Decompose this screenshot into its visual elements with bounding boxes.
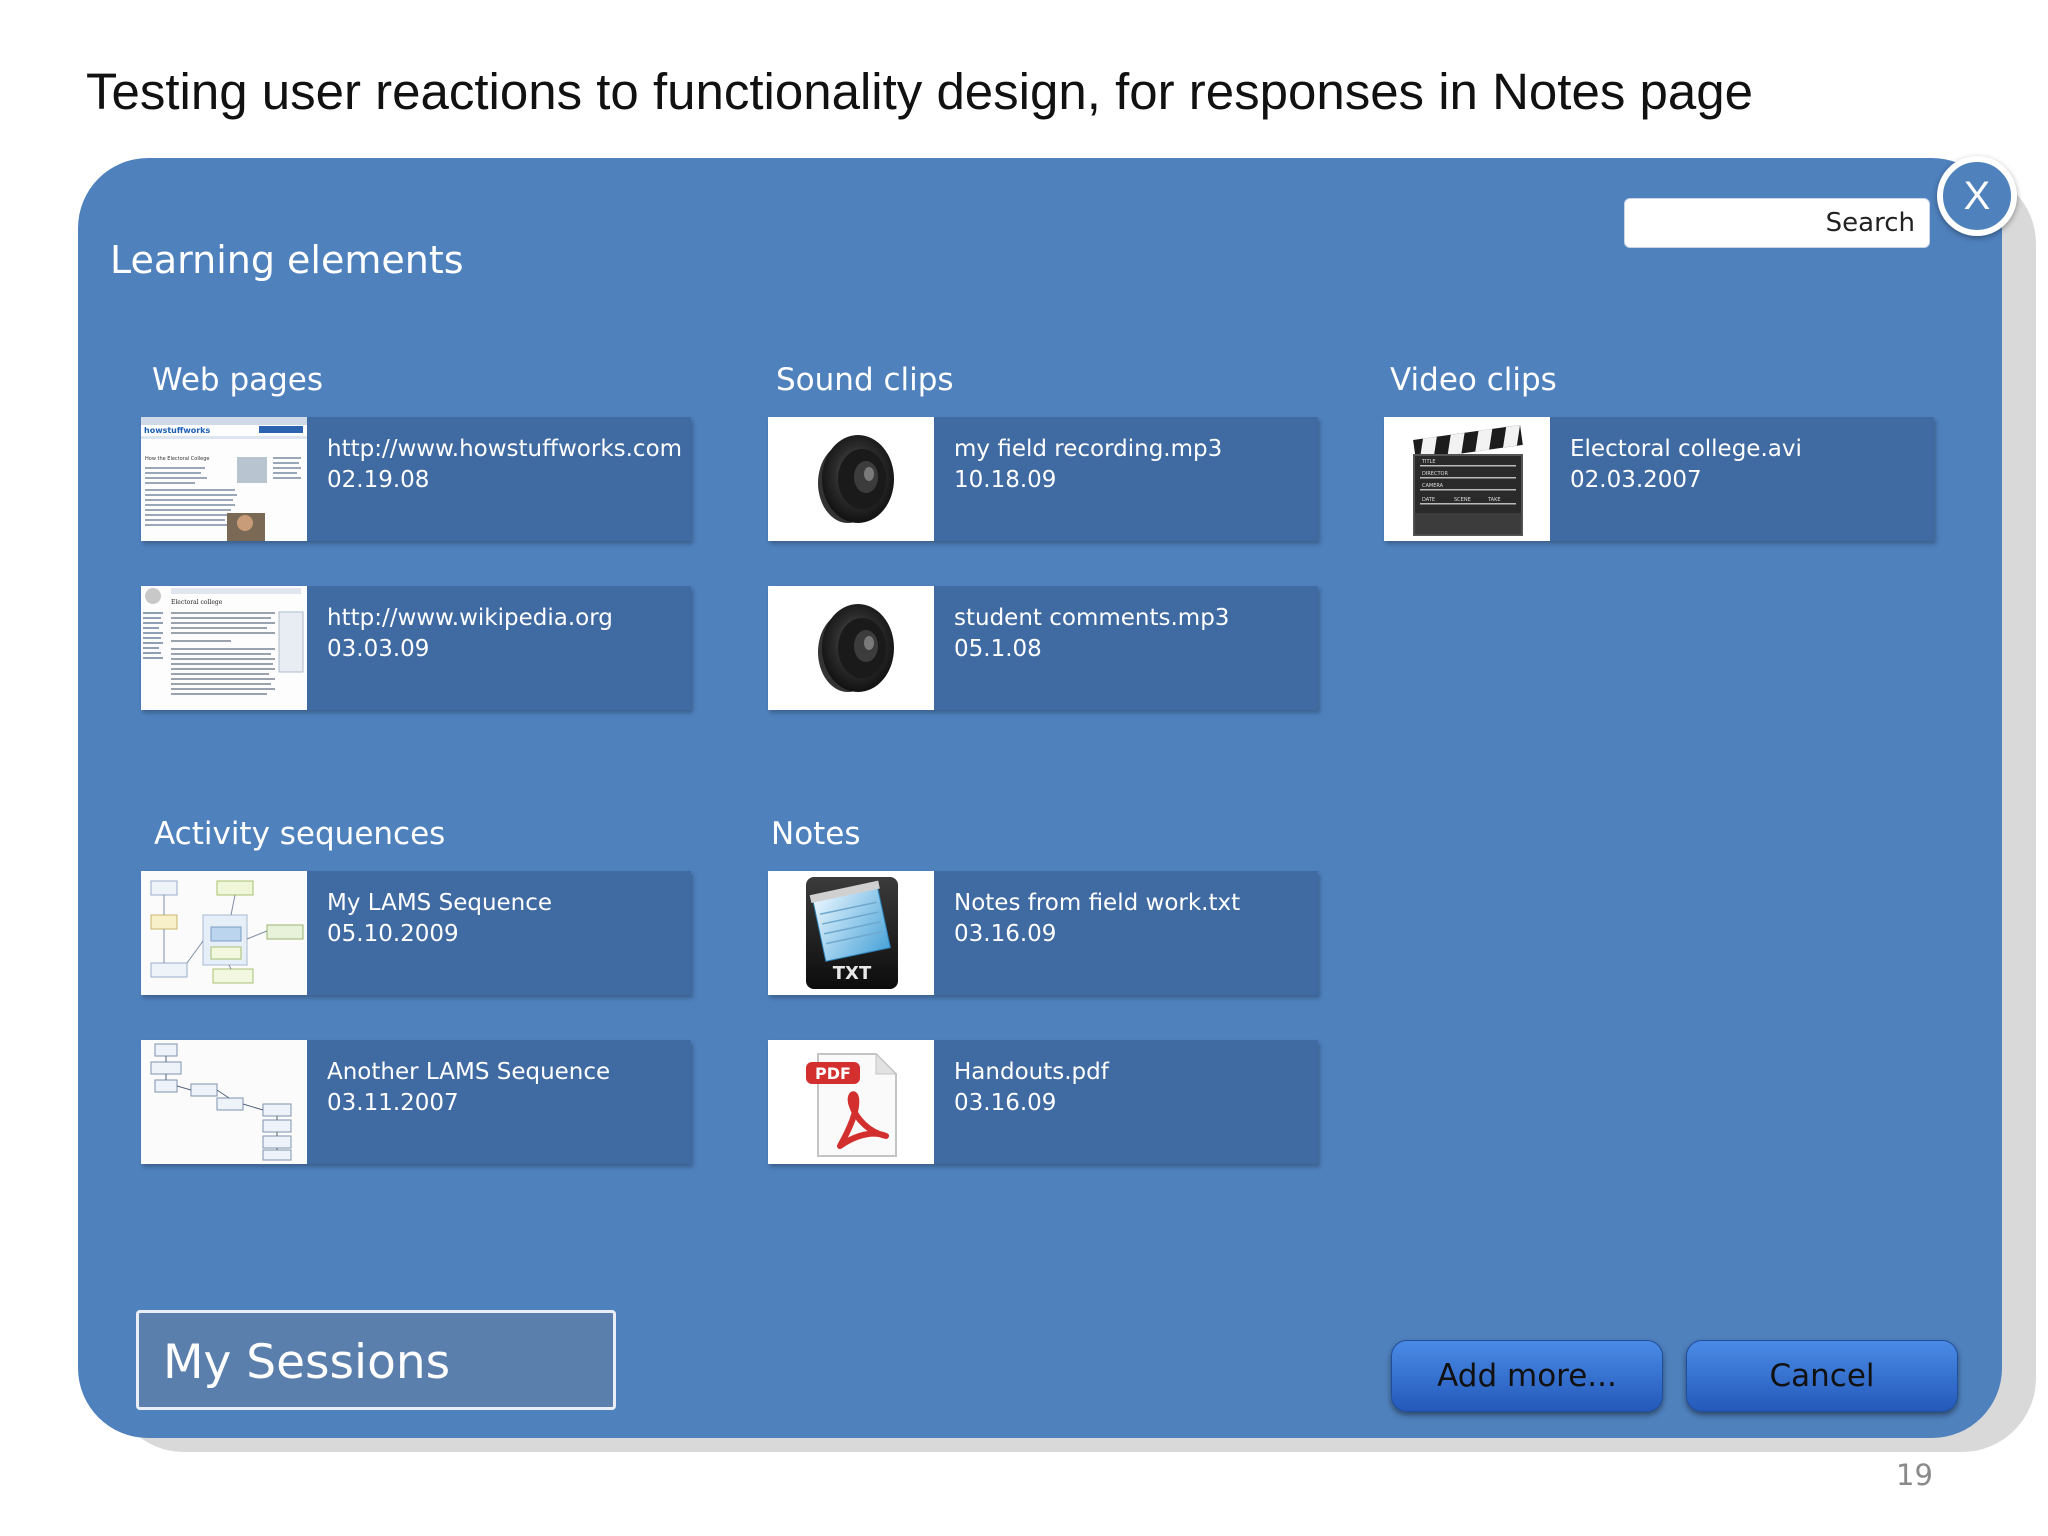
item-date: 05.1.08 <box>954 636 1042 662</box>
slide-title: Testing user reactions to functionality … <box>86 63 1753 120</box>
speaker-icon <box>768 417 934 541</box>
my-sessions-button[interactable]: My Sessions <box>136 1310 616 1410</box>
section-title-activity-sequences: Activity sequences <box>154 816 446 852</box>
svg-text:How the Electoral College: How the Electoral College <box>145 456 209 462</box>
search-label: Search <box>1825 208 1915 238</box>
activity-sequence-item[interactable]: My LAMS Sequence 05.10.2009 <box>141 871 691 995</box>
item-name: student comments.mp3 <box>954 605 1230 631</box>
item-name: My LAMS Sequence <box>327 890 553 916</box>
svg-text:TITLE: TITLE <box>1421 459 1436 465</box>
note-item[interactable]: PDF Handouts.pdf 03.16.09 <box>768 1040 1318 1164</box>
add-more-button[interactable]: Add more... <box>1391 1340 1663 1412</box>
txt-file-icon: TXT <box>768 871 934 995</box>
close-button[interactable]: X <box>1937 156 2017 236</box>
section-title-notes: Notes <box>771 816 861 852</box>
section-title-web-pages: Web pages <box>152 362 324 398</box>
item-date: 03.03.09 <box>327 636 430 662</box>
sound-clip-item[interactable]: my field recording.mp3 10.18.09 <box>768 417 1318 541</box>
txt-badge: TXT <box>833 963 872 984</box>
my-sessions-label: My Sessions <box>163 1335 451 1390</box>
item-date: 03.11.2007 <box>327 1090 459 1116</box>
sequence-thumbnail <box>141 1040 307 1164</box>
item-name: http://www.howstuffworks.com <box>327 436 683 462</box>
item-name: Electoral college.avi <box>1570 436 1802 462</box>
clapperboard-icon: TITLE DIRECTOR CAMERA DATE SCENE TAKE <box>1384 417 1550 541</box>
svg-text:Electoral college: Electoral college <box>171 599 223 606</box>
item-date: 03.16.09 <box>954 921 1057 947</box>
item-date: 02.19.08 <box>327 467 430 493</box>
svg-text:howstuffworks: howstuffworks <box>144 426 210 435</box>
webpage-item[interactable]: Electoral college http://www.wikipedia.o… <box>141 586 691 710</box>
svg-text:CAMERA: CAMERA <box>1422 483 1444 489</box>
webpage-thumbnail: howstuffworks How the Electoral College <box>141 417 307 541</box>
section-title-video-clips: Video clips <box>1390 362 1557 398</box>
note-item[interactable]: TXT Notes from field work.txt 03.16.09 <box>768 871 1318 995</box>
svg-text:DATE: DATE <box>1422 497 1435 503</box>
webpage-item[interactable]: howstuffworks How the Electoral College … <box>141 417 691 541</box>
item-name: Notes from field work.txt <box>954 890 1241 916</box>
speaker-icon <box>768 586 934 710</box>
svg-text:TAKE: TAKE <box>1487 497 1501 503</box>
video-clip-item[interactable]: TITLE DIRECTOR CAMERA DATE SCENE TAKE El… <box>1384 417 1934 541</box>
cancel-button[interactable]: Cancel <box>1686 1340 1958 1412</box>
search-input[interactable]: Search <box>1624 198 1930 248</box>
webpage-thumbnail: Electoral college <box>141 586 307 710</box>
item-date: 03.16.09 <box>954 1090 1057 1116</box>
item-name: my field recording.mp3 <box>954 436 1223 462</box>
item-date: 02.03.2007 <box>1570 467 1702 493</box>
item-date: 05.10.2009 <box>327 921 459 947</box>
activity-sequence-item[interactable]: Another LAMS Sequence 03.11.2007 <box>141 1040 691 1164</box>
sound-clip-item[interactable]: student comments.mp3 05.1.08 <box>768 586 1318 710</box>
item-name: http://www.wikipedia.org <box>327 605 613 631</box>
pdf-file-icon: PDF <box>768 1040 934 1164</box>
learning-elements-dialog <box>78 158 2002 1438</box>
item-name: Another LAMS Sequence <box>327 1059 611 1085</box>
svg-text:SCENE: SCENE <box>1454 497 1471 503</box>
item-name: Handouts.pdf <box>954 1059 1109 1085</box>
section-title-sound-clips: Sound clips <box>776 362 954 398</box>
dialog-heading: Learning elements <box>110 238 464 282</box>
item-date: 10.18.09 <box>954 467 1057 493</box>
pdf-badge: PDF <box>815 1064 851 1083</box>
svg-text:DIRECTOR: DIRECTOR <box>1422 471 1448 477</box>
close-icon: X <box>1963 174 1991 218</box>
page-number: 19 <box>1896 1458 1933 1492</box>
sequence-thumbnail <box>141 871 307 995</box>
